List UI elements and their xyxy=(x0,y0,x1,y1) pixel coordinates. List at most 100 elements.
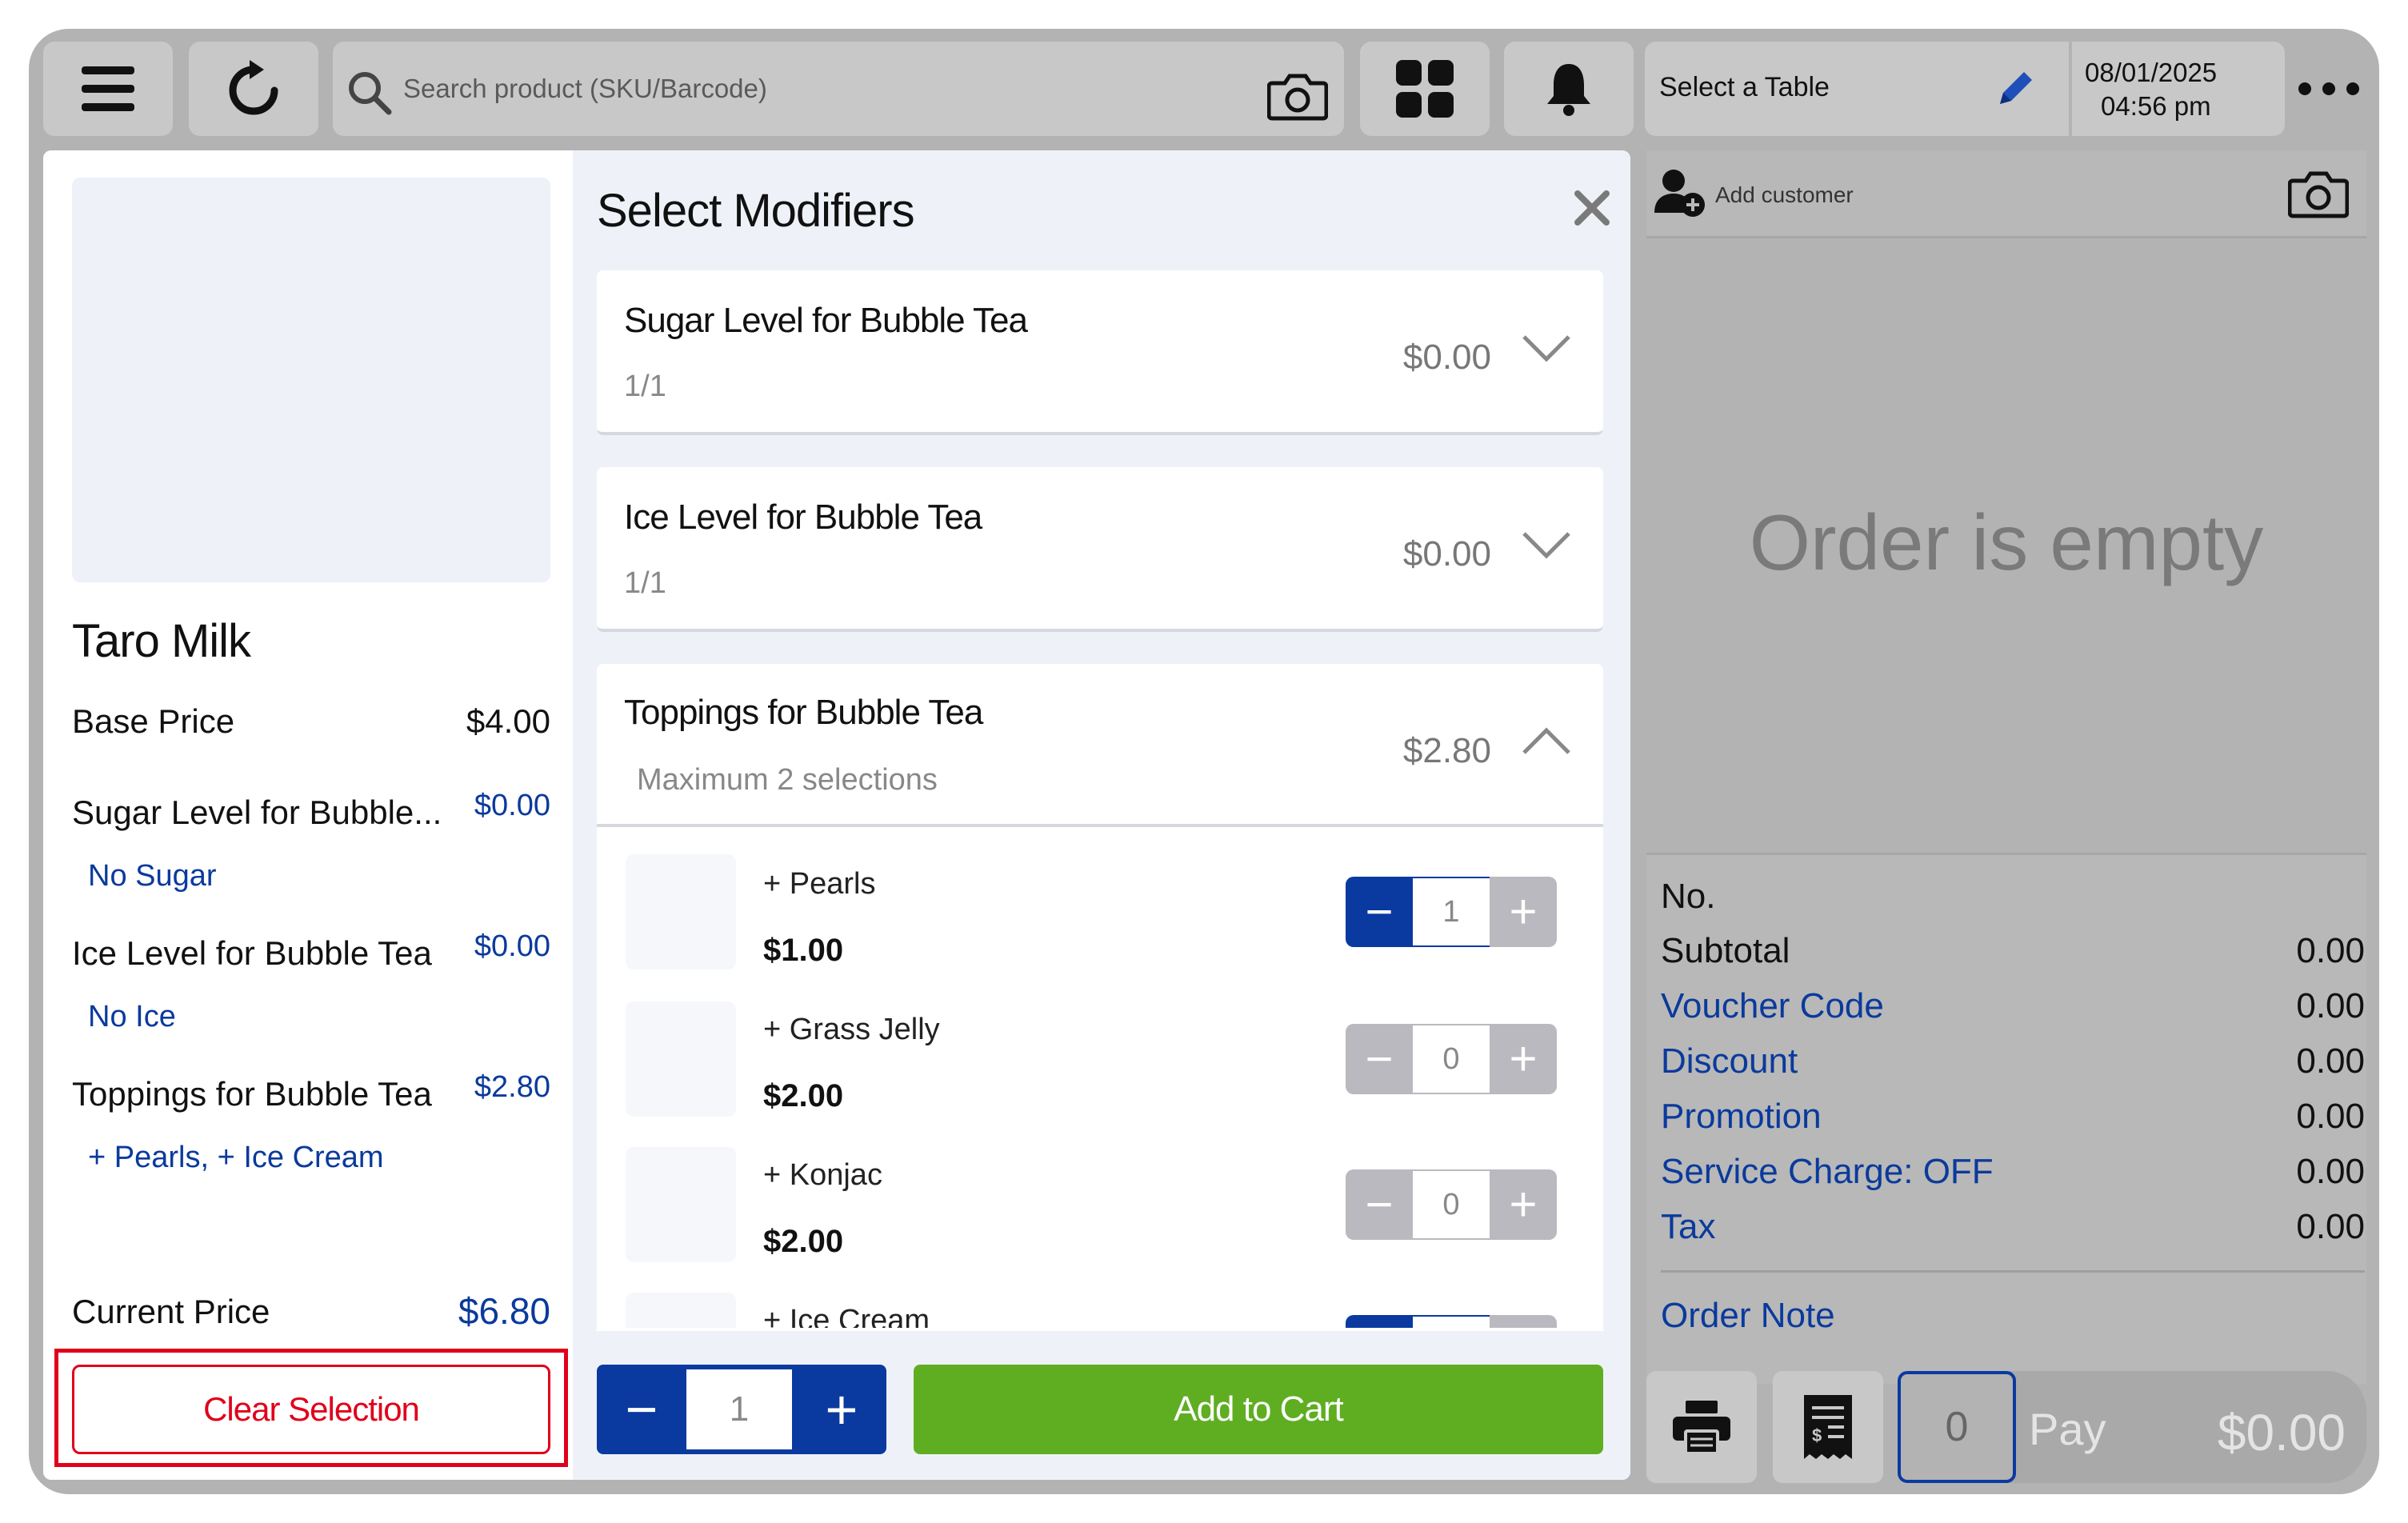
decrement-button[interactable]: − xyxy=(1346,1315,1413,1328)
modifier-line-label: Toppings for Bubble Tea xyxy=(72,1075,432,1113)
order-empty-text: Order is empty xyxy=(1749,498,2264,586)
increment-button[interactable]: + xyxy=(1490,1024,1557,1094)
summary-value: 0.00 xyxy=(2296,1097,2365,1136)
table-label: Select a Table xyxy=(1659,72,1830,102)
summary-voucher[interactable]: Voucher Code 0.00 xyxy=(1661,986,2365,1026)
notifications-button[interactable] xyxy=(1504,42,1634,136)
modifier-group-count: 1/1 xyxy=(624,566,666,600)
topping-item-grass-jelly: + Grass Jelly $2.00 − 0 + xyxy=(597,976,1603,1125)
refresh-icon xyxy=(229,60,278,115)
summary-tax[interactable]: Tax 0.00 xyxy=(1661,1207,2365,1247)
close-icon[interactable] xyxy=(1574,190,1610,226)
modifier-group-title: Toppings for Bubble Tea xyxy=(624,693,983,732)
pencil-icon[interactable] xyxy=(1994,67,2037,110)
tax-link[interactable]: Tax xyxy=(1661,1207,1715,1246)
categories-button[interactable] xyxy=(1360,42,1490,136)
bell-icon xyxy=(1547,64,1590,116)
promotion-link[interactable]: Promotion xyxy=(1661,1097,1822,1136)
product-summary-panel: Taro Milk Base Price $4.00 Sugar Level f… xyxy=(43,150,573,1480)
topping-stepper[interactable]: − 1 + xyxy=(1346,877,1557,947)
topping-price: $1.00 xyxy=(763,933,844,968)
quantity-stepper[interactable]: − 1 + xyxy=(597,1365,886,1454)
modal-title: Select Modifiers xyxy=(597,185,915,237)
summary-promotion[interactable]: Promotion 0.00 xyxy=(1661,1097,2365,1137)
decrement-button[interactable]: − xyxy=(1346,877,1413,947)
topping-price: $2.00 xyxy=(763,1224,844,1259)
pos-device-frame: Select a Table 08/01/2025 04:56 pm Add c… xyxy=(29,29,2379,1494)
summary-service-charge[interactable]: Service Charge: OFF 0.00 xyxy=(1661,1152,2365,1192)
quantity-value[interactable]: 1 xyxy=(686,1369,792,1449)
customer-bar[interactable]: Add customer xyxy=(1646,150,2366,238)
topping-quantity[interactable]: 1 xyxy=(1413,877,1490,947)
topping-image xyxy=(626,854,736,969)
increment-button[interactable]: + xyxy=(797,1365,886,1454)
menu-button[interactable] xyxy=(43,42,173,136)
summary-subtotal: Subtotal 0.00 xyxy=(1661,931,2365,971)
topping-quantity[interactable]: 0 xyxy=(1413,1169,1490,1240)
table-selector[interactable]: Select a Table 08/01/2025 04:56 pm xyxy=(1645,42,2285,136)
topping-quantity[interactable] xyxy=(1413,1315,1490,1328)
modifier-group-count: 1/1 xyxy=(624,370,666,403)
voucher-code-link[interactable]: Voucher Code xyxy=(1661,986,1884,1025)
modifier-group-sugar[interactable]: Sugar Level for Bubble Tea 1/1 $0.00 xyxy=(597,270,1603,435)
current-price-label: Current Price xyxy=(72,1293,270,1330)
time-text: 04:56 pm xyxy=(2101,91,2211,121)
summary-value: 0.00 xyxy=(2296,931,2365,970)
pay-bar[interactable]: 0 Pay $0.00 xyxy=(1898,1371,2366,1483)
refresh-button[interactable] xyxy=(189,42,318,136)
search-bar[interactable] xyxy=(333,42,1344,136)
topping-item-pearls: + Pearls $1.00 − 1 + xyxy=(597,827,1603,976)
summary-value: 0.00 xyxy=(2296,1207,2365,1246)
more-button[interactable] xyxy=(2293,42,2365,136)
modifier-group-ice[interactable]: Ice Level for Bubble Tea 1/1 $0.00 xyxy=(597,467,1603,632)
increment-button[interactable]: + xyxy=(1490,1169,1557,1240)
more-icon xyxy=(2298,82,2359,95)
clear-selection-button[interactable]: Clear Selection xyxy=(72,1365,550,1454)
modifier-group-price: $0.00 xyxy=(1402,534,1491,574)
topping-quantity[interactable]: 0 xyxy=(1413,1024,1490,1094)
decrement-button[interactable]: − xyxy=(597,1365,686,1454)
add-customer-label[interactable]: Add customer xyxy=(1715,182,1854,208)
topping-stepper[interactable]: − 0 + xyxy=(1346,1024,1557,1094)
increment-button[interactable]: + xyxy=(1490,1315,1557,1328)
add-customer-icon[interactable] xyxy=(1654,168,1707,218)
modifier-line-label: Sugar Level for Bubble... xyxy=(72,793,442,831)
svg-text:$: $ xyxy=(1812,1425,1822,1445)
product-name: Taro Milk xyxy=(72,615,251,667)
summary-discount[interactable]: Discount 0.00 xyxy=(1661,1041,2365,1081)
order-note-link[interactable]: Order Note xyxy=(1661,1296,1835,1336)
add-to-cart-button[interactable]: Add to Cart xyxy=(914,1365,1603,1454)
discount-link[interactable]: Discount xyxy=(1661,1041,1798,1081)
chevron-down-icon[interactable] xyxy=(1522,334,1571,363)
modifier-group-price: $0.00 xyxy=(1402,338,1491,377)
product-image xyxy=(72,178,550,582)
decrement-button[interactable]: − xyxy=(1346,1024,1413,1094)
search-icon xyxy=(349,72,392,115)
topping-item-ice-cream: + Ice Cream − + xyxy=(597,1267,1603,1328)
receipt-button[interactable]: $ xyxy=(1773,1371,1883,1483)
chevron-down-icon[interactable] xyxy=(1522,531,1571,560)
decrement-button[interactable]: − xyxy=(1346,1169,1413,1240)
summary-value: 0.00 xyxy=(2296,986,2365,1025)
hamburger-icon xyxy=(82,66,134,111)
chevron-up-icon[interactable] xyxy=(1522,726,1571,755)
camera-icon[interactable] xyxy=(1267,72,1328,122)
search-input[interactable] xyxy=(403,42,1203,136)
modifier-line-selection: + Pearls, + Ice Cream xyxy=(88,1141,384,1174)
pay-label[interactable]: Pay xyxy=(2029,1403,2106,1455)
summary-value: 0.00 xyxy=(2296,1152,2365,1191)
order-number-label: No. xyxy=(1661,877,1716,916)
modifier-line-price: $0.00 xyxy=(474,789,550,822)
topping-name: + Pearls xyxy=(763,867,876,901)
topping-stepper[interactable]: − + xyxy=(1346,1315,1557,1328)
receipt-icon: $ xyxy=(1804,1395,1852,1459)
modifier-line-selection: No Sugar xyxy=(88,859,217,893)
camera-icon[interactable] xyxy=(2288,170,2349,219)
topping-stepper[interactable]: − 0 + xyxy=(1346,1169,1557,1240)
increment-button[interactable]: + xyxy=(1490,877,1557,947)
modifier-line-price: $0.00 xyxy=(474,929,550,963)
base-price-label: Base Price xyxy=(72,702,235,740)
topping-item-konjac: + Konjac $2.00 − 0 + xyxy=(597,1121,1603,1270)
print-button[interactable] xyxy=(1646,1371,1757,1483)
service-charge-link[interactable]: Service Charge: OFF xyxy=(1661,1152,1994,1191)
